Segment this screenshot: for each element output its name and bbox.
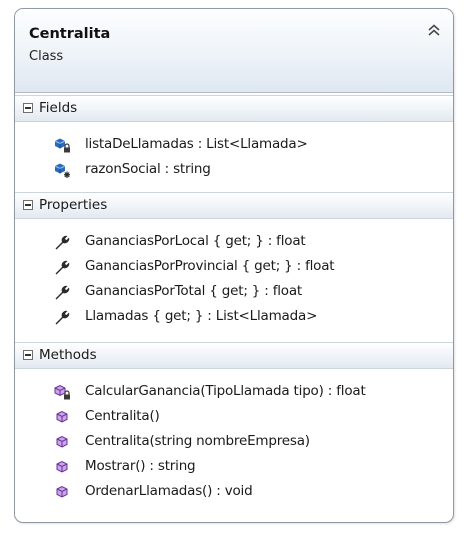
method-row[interactable]: OrdenarLlamadas() : void <box>15 480 453 504</box>
wrench-icon <box>53 308 71 326</box>
class-name: Centralita <box>29 26 111 42</box>
fields-section-label: Fields <box>39 100 78 116</box>
field-row[interactable]: listaDeLlamadas : List<Llamada> <box>15 133 453 157</box>
property-text: Llamadas { get; } : List<Llamada> <box>85 308 318 324</box>
class-diagram-shape[interactable]: Centralita Class Fields listaDeLlamadas … <box>14 8 454 523</box>
public-method-icon <box>53 408 71 426</box>
property-row[interactable]: GananciasPorTotal { get; } : float <box>15 280 453 304</box>
protected-field-icon <box>53 161 71 179</box>
properties-section-label: Properties <box>39 197 108 213</box>
wrench-icon <box>53 283 71 301</box>
method-row[interactable]: Centralita() <box>15 405 453 429</box>
methods-section-label: Methods <box>39 347 97 363</box>
property-text: GananciasPorTotal { get; } : float <box>85 283 303 299</box>
wrench-icon <box>53 233 71 251</box>
collapse-chevron-up-icon[interactable] <box>425 21 443 39</box>
field-row[interactable]: razonSocial : string <box>15 158 453 182</box>
method-text: CalcularGanancia(TipoLlamada tipo) : flo… <box>85 383 366 399</box>
properties-collapse-toggle-icon[interactable] <box>23 200 33 210</box>
properties-section-header[interactable]: Properties <box>15 192 453 219</box>
private-field-icon <box>53 136 71 154</box>
method-text: OrdenarLlamadas() : void <box>85 483 253 499</box>
method-row[interactable]: Mostrar() : string <box>15 455 453 479</box>
method-row[interactable]: CalcularGanancia(TipoLlamada tipo) : flo… <box>15 380 453 404</box>
private-method-icon <box>53 383 71 401</box>
class-stereotype: Class <box>29 49 64 64</box>
fields-collapse-toggle-icon[interactable] <box>23 103 33 113</box>
method-text: Centralita() <box>85 408 160 424</box>
wrench-icon <box>53 258 71 276</box>
methods-collapse-toggle-icon[interactable] <box>23 350 33 360</box>
public-method-icon <box>53 483 71 501</box>
property-text: GananciasPorProvincial { get; } : float <box>85 258 335 274</box>
property-text: GananciasPorLocal { get; } : float <box>85 233 306 249</box>
public-method-icon <box>53 458 71 476</box>
public-method-icon <box>53 433 71 451</box>
method-row[interactable]: Centralita(string nombreEmpresa) <box>15 430 453 454</box>
method-text: Centralita(string nombreEmpresa) <box>85 433 310 449</box>
fields-section-header[interactable]: Fields <box>15 95 453 122</box>
method-text: Mostrar() : string <box>85 458 196 474</box>
class-header: Centralita Class <box>15 9 453 93</box>
property-row[interactable]: Llamadas { get; } : List<Llamada> <box>15 305 453 329</box>
field-text: razonSocial : string <box>85 161 211 177</box>
field-text: listaDeLlamadas : List<Llamada> <box>85 136 308 152</box>
property-row[interactable]: GananciasPorLocal { get; } : float <box>15 230 453 254</box>
methods-section-header[interactable]: Methods <box>15 342 453 369</box>
property-row[interactable]: GananciasPorProvincial { get; } : float <box>15 255 453 279</box>
